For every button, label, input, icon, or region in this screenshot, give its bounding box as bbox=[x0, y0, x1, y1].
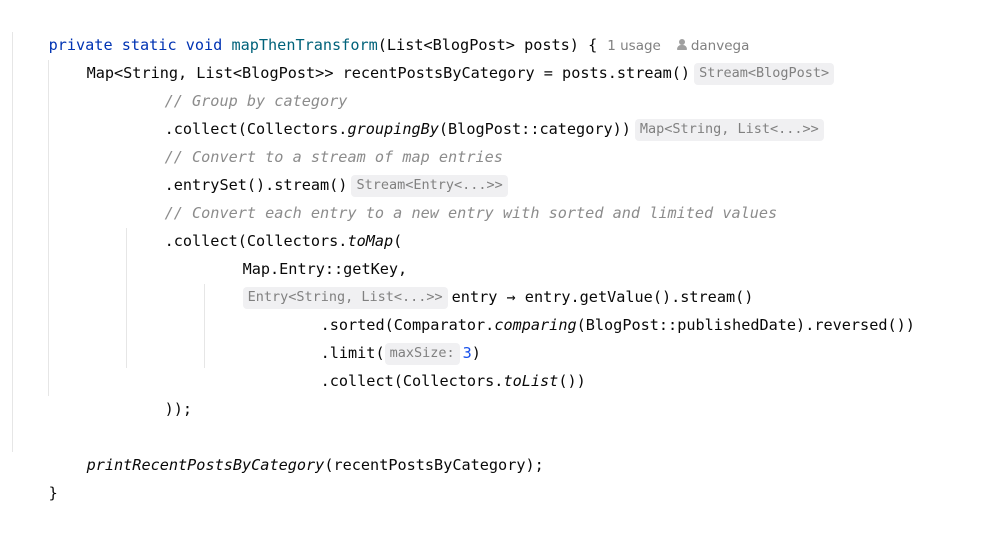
type-hint[interactable]: Map<String, List<...>> bbox=[634, 119, 824, 141]
code-line: .limit(maxSize: 3) bbox=[284, 311, 481, 365]
type-hint[interactable]: Stream<BlogPost> bbox=[694, 63, 835, 85]
code-line: // Convert each entry to a new entry wit… bbox=[128, 171, 778, 222]
code-line: .collect(Collectors.groupingBy(BlogPost:… bbox=[128, 87, 824, 141]
code-line: .collect(Collectors.toList()) bbox=[284, 339, 586, 390]
code-line: } bbox=[12, 451, 58, 502]
code-line: .sorted(Comparator.comparing(BlogPost::p… bbox=[284, 283, 915, 334]
code-text: ()) bbox=[558, 372, 586, 390]
static-call: comparing bbox=[494, 316, 577, 334]
code-text: (recentPostsByCategory); bbox=[324, 456, 544, 474]
static-call: toList bbox=[503, 372, 559, 390]
code-line-method-signature: private static void mapThenTransform(Lis… bbox=[12, 3, 750, 54]
code-line: )); bbox=[128, 367, 192, 418]
closing-brace: } bbox=[48, 484, 58, 502]
code-line: printRecentPostsByCategory(recentPostsBy… bbox=[50, 423, 544, 474]
code-line: Entry<String, List<...>> entry → entry.ge… bbox=[206, 255, 753, 309]
indent-guide bbox=[48, 60, 49, 396]
code-text: )); bbox=[164, 400, 193, 418]
code-line: .collect(Collectors.toMap( bbox=[128, 199, 403, 250]
code-text: .collect(Collectors. bbox=[320, 372, 504, 390]
indent-guide bbox=[204, 284, 205, 368]
code-line: // Convert to a stream of map entries bbox=[128, 115, 503, 166]
method-call: printRecentPostsByCategory bbox=[86, 456, 325, 474]
code-text: (BlogPost::publishedDate).reversed()) bbox=[576, 316, 915, 334]
code-line: Map<String, List<BlogPost>> recentPostsB… bbox=[50, 31, 835, 85]
code-line: Map.Entry::getKey, bbox=[206, 227, 408, 278]
code-line: .entrySet().stream() Stream<Entry<...>> bbox=[128, 143, 508, 197]
indent-guide bbox=[126, 228, 127, 368]
indent-guide bbox=[12, 32, 13, 452]
code-editor[interactable]: private static void mapThenTransform(Lis… bbox=[0, 0, 1000, 502]
code-line: // Group by category bbox=[128, 59, 348, 110]
